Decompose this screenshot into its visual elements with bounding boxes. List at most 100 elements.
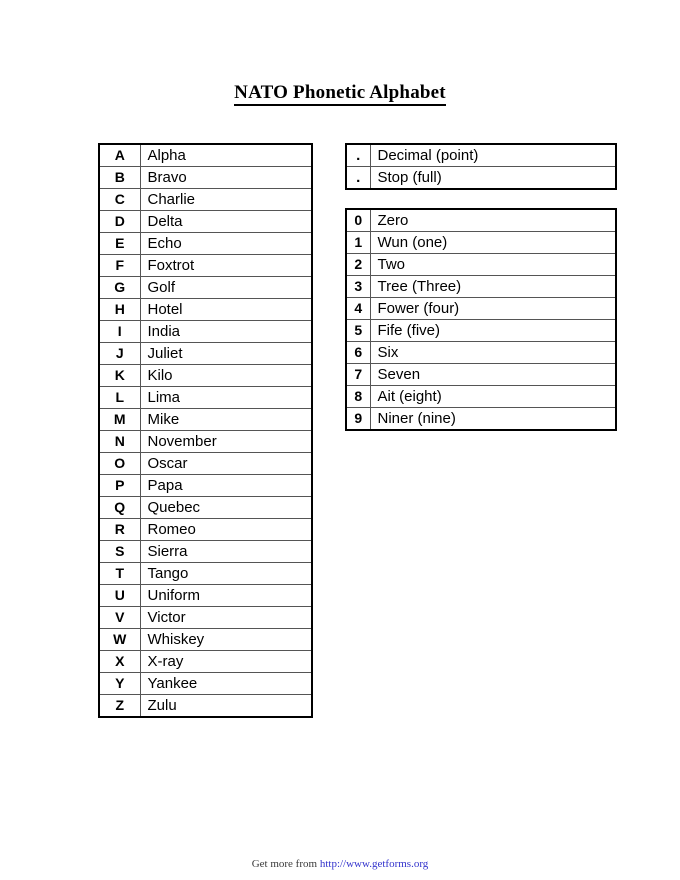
table-row: 3 Tree (Three): [345, 275, 617, 298]
table-row: 6 Six: [345, 341, 617, 364]
row-symbol-cell: 3: [345, 275, 371, 298]
table-row: 2 Two: [345, 253, 617, 276]
row-symbol-cell: Y: [98, 672, 141, 695]
table-row: 8 Ait (eight): [345, 385, 617, 408]
row-symbol-cell: H: [98, 298, 141, 321]
alphabet-table: A Alpha B Bravo C Charlie D Delta E Echo F Foxtrot G…: [98, 143, 313, 718]
table-row: 1 Wun (one): [345, 231, 617, 254]
table-row: Y Yankee: [98, 672, 313, 695]
row-symbol-cell: A: [98, 143, 141, 167]
row-symbol-cell: L: [98, 386, 141, 409]
row-word-cell: Lima: [139, 386, 313, 409]
table-row: N November: [98, 430, 313, 453]
row-word-cell: Bravo: [139, 166, 313, 189]
row-symbol-cell: .: [345, 166, 371, 190]
table-row: M Mike: [98, 408, 313, 431]
table-row: I India: [98, 320, 313, 343]
row-symbol-cell: .: [345, 143, 371, 167]
row-symbol-cell: F: [98, 254, 141, 277]
row-symbol-cell: P: [98, 474, 141, 497]
row-symbol-cell: Z: [98, 694, 141, 718]
row-word-cell: Zero: [369, 208, 617, 232]
row-word-cell: Six: [369, 341, 617, 364]
row-word-cell: Fower (four): [369, 297, 617, 320]
row-word-cell: Romeo: [139, 518, 313, 541]
row-word-cell: Ait (eight): [369, 385, 617, 408]
row-word-cell: Uniform: [139, 584, 313, 607]
table-row: 9 Niner (nine): [345, 407, 617, 431]
row-symbol-cell: U: [98, 584, 141, 607]
table-row: 4 Fower (four): [345, 297, 617, 320]
row-symbol-cell: 8: [345, 385, 371, 408]
table-row: C Charlie: [98, 188, 313, 211]
table-row: B Bravo: [98, 166, 313, 189]
table-row: . Stop (full): [345, 166, 617, 190]
table-row: K Kilo: [98, 364, 313, 387]
page-title: NATO Phonetic Alphabet: [0, 82, 680, 106]
row-word-cell: Golf: [139, 276, 313, 299]
row-word-cell: Alpha: [139, 143, 313, 167]
row-word-cell: Papa: [139, 474, 313, 497]
row-symbol-cell: 5: [345, 319, 371, 342]
row-symbol-cell: 7: [345, 363, 371, 386]
table-row: R Romeo: [98, 518, 313, 541]
table-row: U Uniform: [98, 584, 313, 607]
row-word-cell: Juliet: [139, 342, 313, 365]
row-symbol-cell: K: [98, 364, 141, 387]
table-row: W Whiskey: [98, 628, 313, 651]
row-symbol-cell: X: [98, 650, 141, 673]
row-word-cell: Quebec: [139, 496, 313, 519]
table-row: . Decimal (point): [345, 143, 617, 167]
row-word-cell: Seven: [369, 363, 617, 386]
table-row: P Papa: [98, 474, 313, 497]
row-symbol-cell: J: [98, 342, 141, 365]
row-word-cell: Fife (five): [369, 319, 617, 342]
row-word-cell: Kilo: [139, 364, 313, 387]
table-row: O Oscar: [98, 452, 313, 475]
punctuation-table: . Decimal (point). Stop (full): [345, 143, 617, 190]
row-word-cell: Whiskey: [139, 628, 313, 651]
footer: Get more from http://www.getforms.org: [0, 858, 680, 870]
row-word-cell: India: [139, 320, 313, 343]
row-word-cell: Charlie: [139, 188, 313, 211]
row-word-cell: Foxtrot: [139, 254, 313, 277]
table-row: X X-ray: [98, 650, 313, 673]
row-word-cell: Wun (one): [369, 231, 617, 254]
row-word-cell: Tree (Three): [369, 275, 617, 298]
row-symbol-cell: W: [98, 628, 141, 651]
table-row: J Juliet: [98, 342, 313, 365]
table-row: 5 Fife (five): [345, 319, 617, 342]
table-row: 7 Seven: [345, 363, 617, 386]
row-word-cell: X-ray: [139, 650, 313, 673]
row-word-cell: Two: [369, 253, 617, 276]
table-row: Z Zulu: [98, 694, 313, 718]
row-symbol-cell: I: [98, 320, 141, 343]
row-symbol-cell: 4: [345, 297, 371, 320]
row-symbol-cell: E: [98, 232, 141, 255]
row-word-cell: Echo: [139, 232, 313, 255]
row-symbol-cell: N: [98, 430, 141, 453]
row-word-cell: Niner (nine): [369, 407, 617, 431]
alphabet-table-body: A Alpha B Bravo C Charlie D Delta E Echo F Foxtrot G…: [98, 143, 313, 718]
row-word-cell: Stop (full): [369, 166, 617, 190]
row-word-cell: Yankee: [139, 672, 313, 695]
row-symbol-cell: R: [98, 518, 141, 541]
row-symbol-cell: 2: [345, 253, 371, 276]
table-row: Q Quebec: [98, 496, 313, 519]
punctuation-table-body: . Decimal (point). Stop (full): [345, 143, 617, 190]
row-symbol-cell: M: [98, 408, 141, 431]
row-word-cell: Oscar: [139, 452, 313, 475]
row-word-cell: Zulu: [139, 694, 313, 718]
row-word-cell: November: [139, 430, 313, 453]
row-symbol-cell: V: [98, 606, 141, 629]
table-row: F Foxtrot: [98, 254, 313, 277]
table-row: S Sierra: [98, 540, 313, 563]
getforms-link[interactable]: http://www.getforms.org: [320, 858, 428, 870]
row-symbol-cell: T: [98, 562, 141, 585]
row-symbol-cell: Q: [98, 496, 141, 519]
row-symbol-cell: D: [98, 210, 141, 233]
table-row: E Echo: [98, 232, 313, 255]
row-symbol-cell: 9: [345, 407, 371, 431]
table-row: T Tango: [98, 562, 313, 585]
row-word-cell: Sierra: [139, 540, 313, 563]
